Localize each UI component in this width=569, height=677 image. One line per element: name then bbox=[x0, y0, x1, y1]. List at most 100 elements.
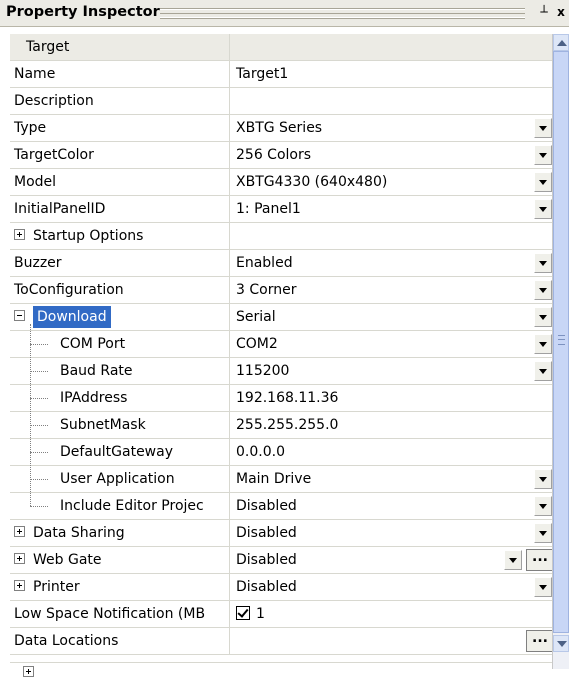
property-row-user-application[interactable]: User Application Main Drive bbox=[10, 466, 552, 493]
property-name-label: Name bbox=[14, 66, 56, 82]
collapse-icon[interactable] bbox=[14, 310, 25, 321]
property-value-text: 115200 bbox=[236, 363, 290, 379]
property-value[interactable]: XBTG Series bbox=[230, 115, 552, 141]
property-name[interactable]: COM Port bbox=[10, 331, 230, 357]
property-value[interactable]: Serial bbox=[230, 304, 552, 330]
property-name[interactable]: TargetColor bbox=[10, 142, 230, 168]
property-row-model[interactable]: Model XBTG4330 (640x480) bbox=[10, 169, 552, 196]
property-value[interactable]: 1: Panel1 bbox=[230, 196, 552, 222]
property-value[interactable]: ... bbox=[230, 628, 554, 654]
property-name[interactable]: Data Locations bbox=[10, 628, 230, 654]
property-row-type[interactable]: Type XBTG Series bbox=[10, 115, 552, 142]
property-row-initialpanelid[interactable]: InitialPanelID 1: Panel1 bbox=[10, 196, 552, 223]
property-name[interactable]: InitialPanelID bbox=[10, 196, 230, 222]
property-row-targetcolor[interactable]: TargetColor 256 Colors bbox=[10, 142, 552, 169]
scroll-down-icon[interactable] bbox=[553, 635, 569, 652]
property-name[interactable]: Description bbox=[10, 88, 230, 114]
dropdown-arrow-icon[interactable] bbox=[534, 118, 552, 138]
property-row-printer[interactable]: Printer Disabled bbox=[10, 574, 552, 601]
property-row-buzzer[interactable]: Buzzer Enabled bbox=[10, 250, 552, 277]
pin-icon[interactable]: ┴ bbox=[536, 4, 552, 21]
property-name[interactable]: SubnetMask bbox=[10, 412, 230, 438]
property-row-name[interactable]: Name Target1 bbox=[10, 61, 552, 88]
property-name[interactable]: Data Sharing bbox=[10, 520, 230, 546]
dropdown-arrow-icon[interactable] bbox=[534, 577, 552, 597]
dropdown-arrow-icon[interactable] bbox=[534, 361, 552, 381]
dropdown-arrow-icon[interactable] bbox=[534, 334, 552, 354]
property-value[interactable]: Disabled bbox=[230, 574, 552, 600]
expand-icon[interactable] bbox=[14, 553, 25, 564]
dropdown-arrow-icon[interactable] bbox=[534, 280, 552, 300]
property-row-baud-rate[interactable]: Baud Rate 115200 bbox=[10, 358, 552, 385]
property-value[interactable] bbox=[230, 88, 552, 114]
ellipsis-button[interactable]: ... bbox=[526, 549, 554, 571]
property-name[interactable]: Download bbox=[10, 304, 230, 330]
property-row-subnetmask[interactable]: SubnetMask 255.255.255.0 bbox=[10, 412, 552, 439]
property-value[interactable]: Target1 bbox=[230, 61, 552, 87]
property-name[interactable]: Startup Options bbox=[10, 223, 230, 249]
scrollbar-thumb[interactable] bbox=[553, 51, 569, 633]
property-row-low-space-notification-mb[interactable]: Low Space Notification (MB 1 bbox=[10, 601, 552, 628]
property-value[interactable]: Disabled bbox=[230, 493, 552, 519]
ellipsis-button[interactable]: ... bbox=[526, 630, 554, 652]
property-row-com-port[interactable]: COM Port COM2 bbox=[10, 331, 552, 358]
property-name[interactable]: ToConfiguration bbox=[10, 277, 230, 303]
property-row-web-gate[interactable]: Web Gate Disabled... bbox=[10, 547, 554, 574]
property-row-data-sharing[interactable]: Data Sharing Disabled bbox=[10, 520, 552, 547]
property-value[interactable]: Disabled... bbox=[230, 547, 554, 573]
property-value[interactable]: 115200 bbox=[230, 358, 552, 384]
dropdown-arrow-icon[interactable] bbox=[534, 145, 552, 165]
expand-icon[interactable] bbox=[14, 580, 25, 591]
property-row-data-locations[interactable]: Data Locations... bbox=[10, 628, 554, 655]
checkbox-checked-icon[interactable] bbox=[236, 605, 250, 620]
property-value[interactable]: Disabled bbox=[230, 520, 552, 546]
property-value[interactable]: COM2 bbox=[230, 331, 552, 357]
property-value[interactable] bbox=[230, 223, 552, 249]
dropdown-arrow-icon[interactable] bbox=[534, 199, 552, 219]
property-name[interactable]: Buzzer bbox=[10, 250, 230, 276]
property-row-startup-options[interactable]: Startup Options bbox=[10, 223, 552, 250]
dropdown-arrow-icon[interactable] bbox=[534, 496, 552, 516]
property-name[interactable]: Baud Rate bbox=[10, 358, 230, 384]
property-row-ipaddress[interactable]: IPAddress 192.168.11.36 bbox=[10, 385, 552, 412]
property-value-text: Target1 bbox=[236, 66, 289, 82]
expand-icon[interactable] bbox=[14, 229, 25, 240]
property-row-toconfiguration[interactable]: ToConfiguration 3 Corner bbox=[10, 277, 552, 304]
property-value[interactable]: 0.0.0.0 bbox=[230, 439, 552, 465]
expand-icon[interactable] bbox=[23, 666, 34, 677]
property-value[interactable]: 3 Corner bbox=[230, 277, 552, 303]
property-value[interactable]: 1 bbox=[230, 601, 552, 627]
property-value[interactable]: 192.168.11.36 bbox=[230, 385, 552, 411]
property-name[interactable]: User Application bbox=[10, 466, 230, 492]
vertical-scrollbar[interactable] bbox=[552, 34, 569, 669]
property-name[interactable]: Printer bbox=[10, 574, 230, 600]
property-value[interactable]: Enabled bbox=[230, 250, 552, 276]
property-value[interactable]: 256 Colors bbox=[230, 142, 552, 168]
scroll-up-icon[interactable] bbox=[553, 34, 569, 51]
dropdown-arrow-icon[interactable] bbox=[534, 523, 552, 543]
dropdown-arrow-icon[interactable] bbox=[534, 253, 552, 273]
property-inspector-titlebar[interactable]: Property Inspector ┴ x bbox=[0, 0, 569, 27]
dropdown-arrow-icon[interactable] bbox=[534, 469, 552, 489]
property-row-download[interactable]: Download Serial bbox=[10, 304, 552, 331]
property-name[interactable]: Name bbox=[10, 61, 230, 87]
property-row-description[interactable]: Description bbox=[10, 88, 552, 115]
property-row-include-editor-projec[interactable]: Include Editor Projec Disabled bbox=[10, 493, 552, 520]
dropdown-arrow-icon[interactable] bbox=[504, 550, 522, 570]
property-name[interactable]: Include Editor Projec bbox=[10, 493, 230, 519]
property-name[interactable]: Web Gate bbox=[10, 547, 230, 573]
property-value[interactable]: Main Drive bbox=[230, 466, 552, 492]
dropdown-arrow-icon[interactable] bbox=[534, 172, 552, 192]
property-name[interactable]: Type bbox=[10, 115, 230, 141]
property-name[interactable]: IPAddress bbox=[10, 385, 230, 411]
property-value[interactable]: XBTG4330 (640x480) bbox=[230, 169, 552, 195]
close-icon[interactable]: x bbox=[553, 4, 569, 21]
property-value[interactable]: 255.255.255.0 bbox=[230, 412, 552, 438]
property-row-defaultgateway[interactable]: DefaultGateway 0.0.0.0 bbox=[10, 439, 552, 466]
property-name[interactable]: Model bbox=[10, 169, 230, 195]
property-name[interactable]: DefaultGateway bbox=[10, 439, 230, 465]
expand-icon[interactable] bbox=[14, 526, 25, 537]
category-header-target[interactable]: Target bbox=[10, 34, 552, 61]
dropdown-arrow-icon[interactable] bbox=[534, 307, 552, 327]
property-name[interactable]: Low Space Notification (MB bbox=[10, 601, 230, 627]
